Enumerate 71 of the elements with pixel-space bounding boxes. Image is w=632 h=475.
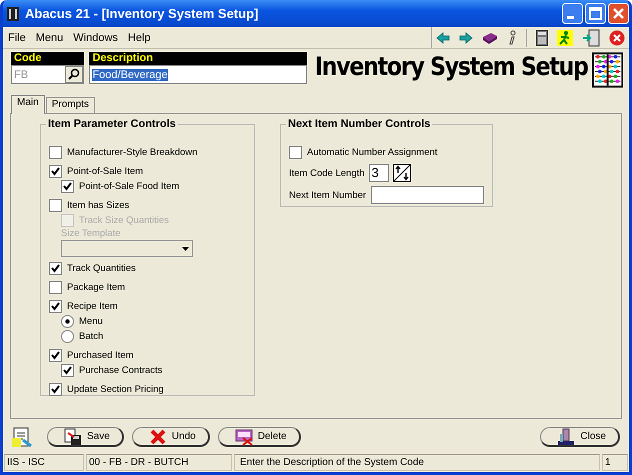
checkbox[interactable] xyxy=(49,199,62,212)
checkbox-label: Update Section Pricing xyxy=(67,384,164,395)
checkbox[interactable] xyxy=(49,349,62,362)
checkbox-label: Purchase Contracts xyxy=(79,365,162,376)
save-button[interactable]: Save xyxy=(47,427,124,447)
radio-label: Menu xyxy=(79,316,103,327)
maximize-icon[interactable] xyxy=(585,3,606,24)
checkbox[interactable] xyxy=(61,180,74,193)
undo-button[interactable]: Undo xyxy=(132,427,210,447)
spinner-icon[interactable] xyxy=(392,164,411,182)
text-field[interactable] xyxy=(371,186,484,204)
calculator-icon[interactable] xyxy=(536,30,548,46)
checkbox-label: Manufacturer-Style Breakdown xyxy=(67,147,198,158)
field-label: Code xyxy=(11,52,84,65)
checkbox-label: Point-of-Sale Item xyxy=(67,166,144,177)
exit-door-icon[interactable] xyxy=(582,28,600,46)
status-panel: Enter the Description of the System Code xyxy=(234,454,600,471)
window-title: Abacus 21 - [Inventory System Setup] xyxy=(25,6,260,21)
field-label: Description xyxy=(89,52,307,65)
left-arrow-icon[interactable] xyxy=(436,30,450,44)
radio-button[interactable] xyxy=(61,330,74,343)
disk-icon xyxy=(64,428,82,446)
group-title: Item Parameter Controls xyxy=(46,118,178,130)
document-icon[interactable] xyxy=(11,426,33,448)
checkbox[interactable] xyxy=(49,300,62,313)
field-label: Item Code Length xyxy=(289,168,365,178)
field-label: Next Item Number xyxy=(289,190,366,200)
info-icon[interactable] xyxy=(507,30,517,46)
checkbox[interactable] xyxy=(49,165,62,178)
checkbox[interactable] xyxy=(289,146,302,159)
checkbox-label: Track Quantities xyxy=(67,263,136,274)
monitor-cross-icon xyxy=(234,428,253,446)
menu-item[interactable]: Help xyxy=(128,32,151,44)
tab[interactable]: Prompts xyxy=(46,97,95,113)
delete-button[interactable]: Delete xyxy=(218,427,301,447)
description-field[interactable]: Food/Beverage xyxy=(89,65,307,84)
running-figure-icon[interactable] xyxy=(557,30,573,46)
status-panel: 1 xyxy=(602,454,628,471)
checkbox[interactable] xyxy=(49,383,62,396)
search-icon[interactable] xyxy=(65,66,84,83)
door-icon xyxy=(557,428,576,446)
close-icon[interactable] xyxy=(609,30,625,46)
status-panel: IIS - ISC xyxy=(4,454,84,471)
radio-button[interactable] xyxy=(61,315,74,328)
status-panel: 00 - FB - DR - BUTCH xyxy=(86,454,232,471)
checkbox-label: Point-of-Sale Food Item xyxy=(79,181,180,192)
checkbox[interactable] xyxy=(49,262,62,275)
checkbox-label: Automatic Number Assignment xyxy=(307,147,438,158)
checkbox-label: Track Size Quantities xyxy=(79,215,169,226)
close-icon[interactable] xyxy=(608,3,629,24)
checkbox-label: Recipe Item xyxy=(67,301,118,312)
checkbox[interactable] xyxy=(49,146,62,159)
close-button[interactable]: Close xyxy=(540,427,620,447)
group-title: Next Item Number Controls xyxy=(286,118,432,130)
number-field[interactable]: 3 xyxy=(368,164,389,182)
cross-icon xyxy=(148,428,167,446)
checkbox-label: Item has Sizes xyxy=(67,200,130,211)
checkbox-label: Package Item xyxy=(67,282,126,293)
menu-item[interactable]: Windows xyxy=(73,32,118,44)
field-label: Size Template xyxy=(61,228,122,239)
radio-label: Batch xyxy=(79,331,104,342)
menu-item[interactable]: File xyxy=(8,32,26,44)
tab[interactable]: Main xyxy=(11,95,45,114)
menu-item[interactable]: Menu xyxy=(36,32,64,44)
checkbox[interactable] xyxy=(61,364,74,377)
page-heading: Inventory System Setup xyxy=(314,53,588,82)
right-arrow-icon[interactable] xyxy=(459,30,473,44)
minimize-icon[interactable] xyxy=(562,3,583,24)
checkbox[interactable] xyxy=(49,281,62,294)
checkbox-label: Purchased Item xyxy=(67,350,134,361)
dropdown-field[interactable] xyxy=(61,240,193,257)
